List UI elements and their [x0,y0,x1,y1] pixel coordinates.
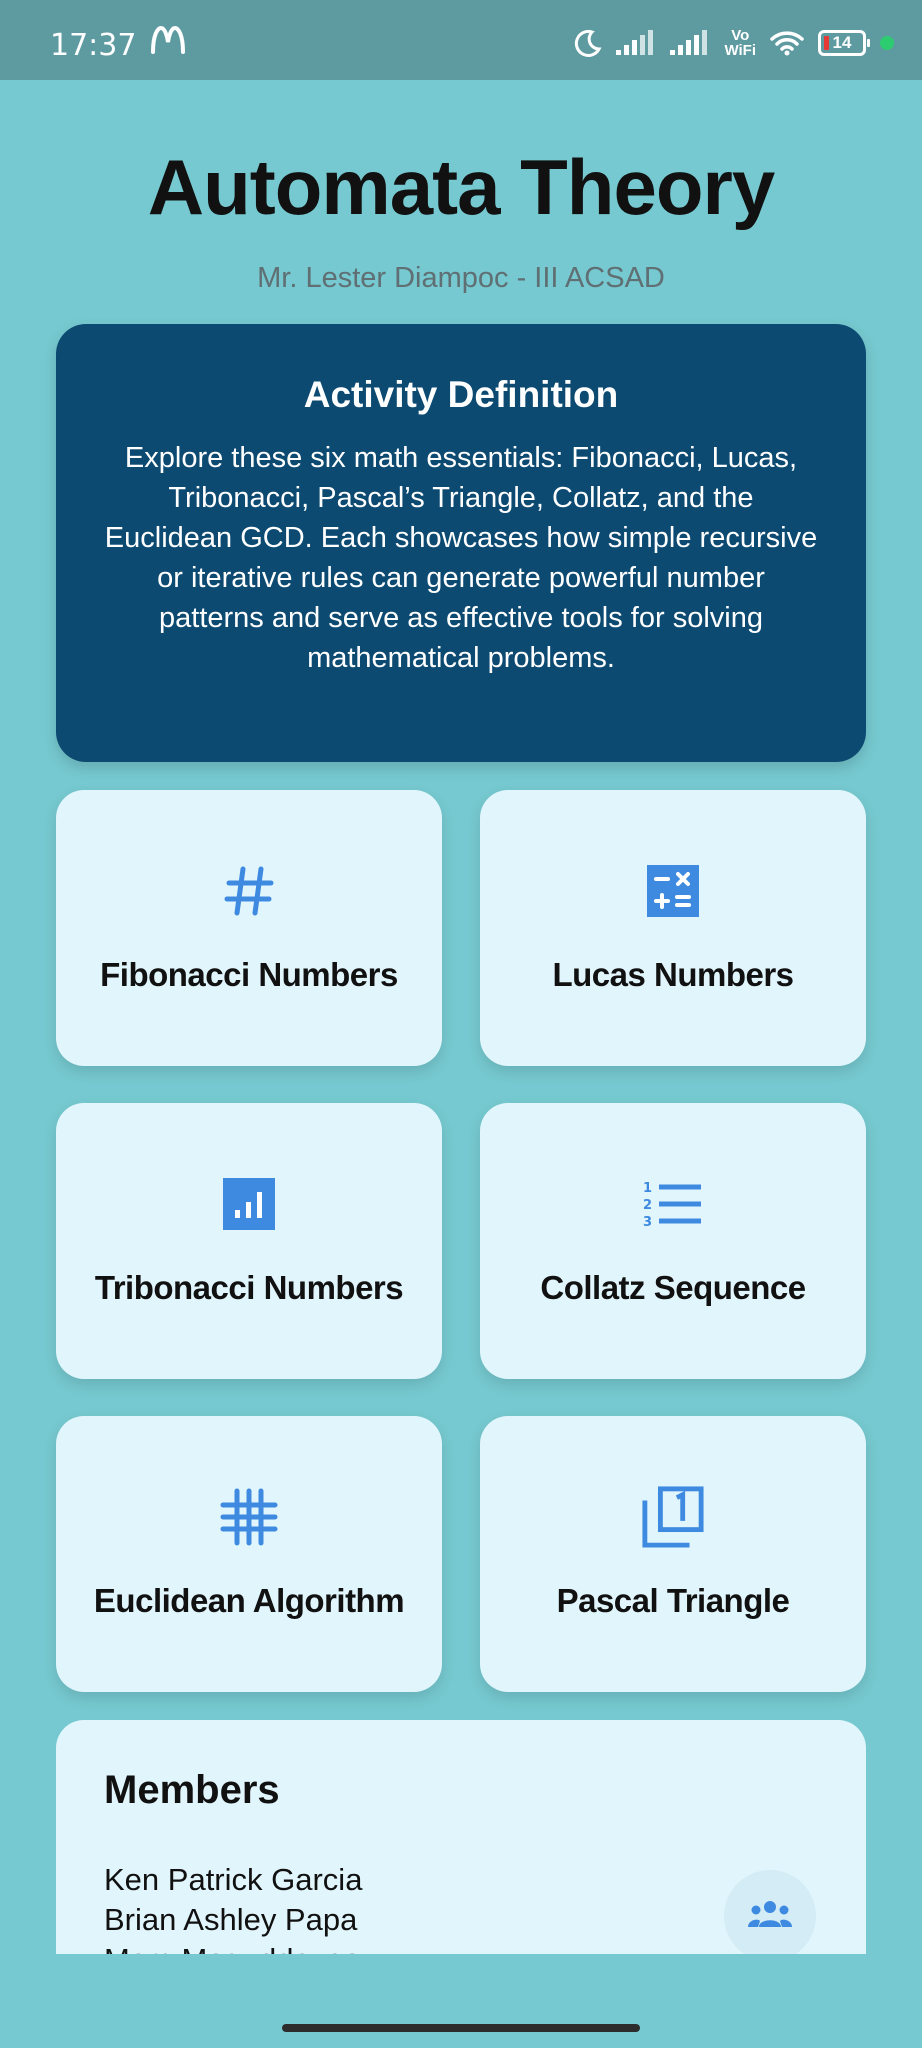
vowifi-label: Vo WiFi [724,27,756,59]
tile-tribonacci[interactable]: Tribonacci Numbers [56,1103,442,1379]
tile-pascal[interactable]: Pascal Triangle [480,1416,866,1692]
signal-2-icon [670,30,710,56]
svg-text:2: 2 [643,1198,652,1213]
member-name: Ken Patrick Garcia [104,1862,363,1897]
tile-label: Pascal Triangle [556,1582,790,1619]
tile-lucas[interactable]: Lucas Numbers [480,790,866,1066]
tile-label: Euclidean Algorithm [93,1582,405,1619]
carrier-m-icon [150,24,186,62]
numbered-list-icon: 1 2 3 [641,1172,705,1236]
main-content[interactable]: Automata Theory Mr. Lester Diampoc - III… [0,80,922,1954]
privacy-indicator-dot [880,36,894,50]
bar-chart-icon [217,1172,281,1236]
gesture-navigation-handle[interactable] [282,2024,640,2032]
definition-body: Explore these six math essentials: Fibon… [104,442,818,674]
group-icon [746,1899,794,1934]
status-icons: Vo WiFi 14 [574,26,894,60]
page-subtitle: Mr. Lester Diampoc - III ACSAD [257,262,665,294]
tile-label: Lucas Numbers [552,956,794,993]
status-bar: 17:37 Vo WiFi 14 [0,0,922,80]
svg-text:1: 1 [643,1181,652,1196]
tile-fibonacci[interactable]: Fibonacci Numbers [56,790,442,1066]
activity-definition-card: Activity Definition Explore these six ma… [56,324,866,762]
member-name: Brian Ashley Papa [104,1902,358,1937]
battery-level: 14 [832,33,852,52]
tile-collatz[interactable]: 1 2 3 Collatz Sequence [480,1103,866,1379]
definition-title: Activity Definition [303,374,619,415]
wifi-icon [770,30,804,56]
calculator-icon [641,859,705,923]
tile-label: Collatz Sequence [540,1269,806,1306]
hash-icon [217,859,281,923]
filter-1-icon [641,1485,705,1549]
signal-1-icon [616,30,656,56]
tile-euclidean[interactable]: Euclidean Algorithm [56,1416,442,1692]
members-list: Ken Patrick Garcia Brian Ashley Papa Mar… [104,1860,362,1954]
page-title: Automata Theory [147,143,775,231]
members-title: Members [104,1768,280,1812]
tile-label: Tribonacci Numbers [94,1269,404,1306]
members-card: Members Ken Patrick Garcia Brian Ashley … [56,1720,866,1954]
svg-text:3: 3 [643,1215,652,1230]
member-name: Marc Maguddayao [104,1940,362,1954]
group-button[interactable] [724,1870,816,1954]
status-time: 17:37 [50,28,137,63]
grid-icon [217,1485,281,1549]
battery-icon: 14 [818,30,870,56]
tile-label: Fibonacci Numbers [100,956,398,993]
moon-icon [574,29,602,57]
